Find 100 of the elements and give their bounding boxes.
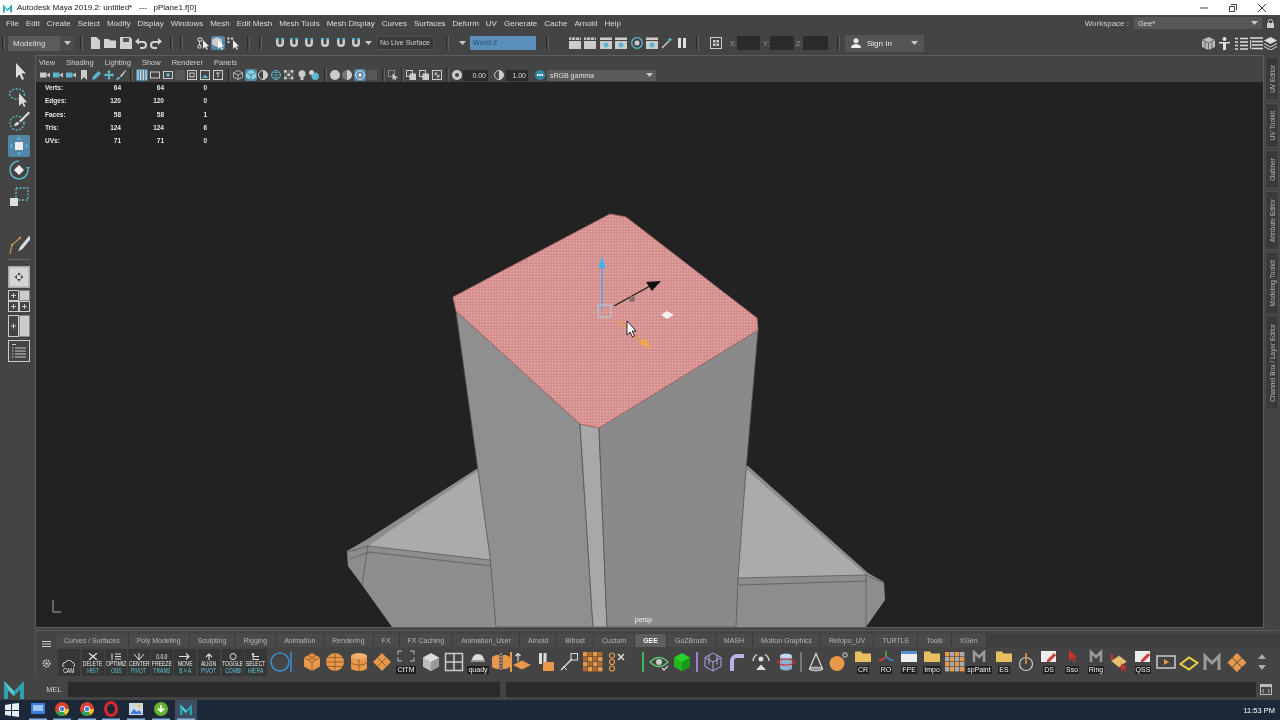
brush-icon[interactable] <box>8 110 30 132</box>
menu-item[interactable]: Deform <box>452 18 479 28</box>
caret-icon[interactable] <box>911 41 918 45</box>
folder-icon[interactable] <box>104 37 116 49</box>
magnet-icon[interactable] <box>335 37 347 49</box>
cube-icon[interactable] <box>302 652 322 672</box>
menu-item[interactable]: Create <box>46 18 71 28</box>
menu-item[interactable]: Help <box>604 18 621 28</box>
sphere-icon[interactable] <box>325 652 345 672</box>
sign-in-button[interactable]: Sign In <box>845 34 924 52</box>
cone-icon[interactable] <box>806 652 826 672</box>
pen-icon[interactable] <box>92 70 102 80</box>
clapper-icon[interactable] <box>584 37 596 49</box>
menu-item[interactable]: Select <box>77 18 100 28</box>
menu-set-dropdown[interactable]: Modeling <box>8 35 74 51</box>
camera-icon[interactable] <box>40 70 50 80</box>
cursor-cube-icon[interactable] <box>211 36 225 50</box>
color-circle-icon[interactable] <box>535 70 545 80</box>
cube-icon[interactable] <box>245 69 257 81</box>
sphere-icon[interactable] <box>828 652 848 672</box>
wire-cube-icon[interactable] <box>703 652 723 672</box>
undo-icon[interactable] <box>135 37 147 49</box>
frame-icon[interactable] <box>213 70 223 80</box>
menu-item[interactable]: Mesh <box>210 18 230 28</box>
rays-icon[interactable] <box>132 652 146 660</box>
cube-icon[interactable] <box>672 652 692 672</box>
restore-icon[interactable] <box>1229 3 1237 12</box>
circle-logo-icon[interactable] <box>76 700 98 720</box>
folder-icon[interactable] <box>854 650 872 662</box>
move-manipulator[interactable] <box>597 256 674 350</box>
picture-icon[interactable] <box>200 70 210 80</box>
download-icon[interactable] <box>150 700 172 720</box>
caret-icon[interactable] <box>1251 21 1258 25</box>
rectangle-icon[interactable] <box>150 70 160 80</box>
wire-cube-icon[interactable] <box>233 70 243 80</box>
picture-icon[interactable] <box>125 700 147 720</box>
circle-icon[interactable] <box>226 652 240 660</box>
clapper-icon[interactable] <box>600 37 612 49</box>
arrows-icon[interactable] <box>751 652 771 672</box>
caret-icon[interactable] <box>459 41 466 45</box>
cube-icon[interactable] <box>421 652 441 672</box>
window-icon[interactable] <box>1260 683 1272 695</box>
menu-item[interactable]: Mesh Tools <box>279 18 320 28</box>
magnet-icon[interactable] <box>303 37 315 49</box>
frame-icon[interactable] <box>163 70 173 80</box>
overlap-icon[interactable] <box>406 70 416 80</box>
logo-icon[interactable] <box>1202 652 1222 672</box>
menu-item[interactable]: Curves <box>381 18 407 28</box>
checker-icon[interactable] <box>284 70 294 80</box>
bulb-icon[interactable] <box>297 70 307 80</box>
axis-icon[interactable] <box>877 650 895 662</box>
close-icon[interactable] <box>1258 3 1266 12</box>
four-pane-icon[interactable] <box>8 290 30 312</box>
cursor-tree-icon[interactable] <box>196 36 210 50</box>
cloud-icon[interactable] <box>62 659 76 667</box>
move-icon[interactable] <box>104 70 114 80</box>
camera-icon[interactable] <box>66 70 76 80</box>
grid-icon[interactable] <box>710 37 722 49</box>
aperture-icon[interactable] <box>452 70 462 80</box>
menu-item[interactable]: Generate <box>503 18 538 28</box>
list-icon[interactable] <box>1235 36 1248 50</box>
ring-icon[interactable] <box>100 700 122 720</box>
coordinate-field[interactable] <box>803 36 828 50</box>
caret-icon[interactable] <box>365 41 372 45</box>
clapper-icon[interactable] <box>646 37 658 49</box>
menu-item[interactable]: Windows <box>170 18 204 28</box>
caret-icon[interactable] <box>63 41 71 45</box>
bookmark-icon[interactable] <box>79 70 89 80</box>
list-icon[interactable] <box>8 340 30 362</box>
overlap-icon[interactable] <box>419 70 429 80</box>
file-icon[interactable] <box>89 37 101 49</box>
single-pane-icon[interactable] <box>8 266 30 288</box>
grid-cursor-icon[interactable] <box>1109 652 1129 672</box>
circle-logo-icon[interactable] <box>51 700 73 720</box>
menu-item[interactable]: Edit Mesh <box>236 18 273 28</box>
menu-item[interactable]: File <box>6 18 19 28</box>
wire-sphere-icon[interactable] <box>271 70 281 80</box>
split-box-icon[interactable] <box>491 652 511 672</box>
target-icon[interactable] <box>354 69 366 81</box>
logo-icon[interactable] <box>1087 650 1105 662</box>
cursor-box-icon[interactable] <box>388 70 398 80</box>
checker-icon[interactable] <box>583 652 603 672</box>
menu-item[interactable]: Modify <box>106 18 131 28</box>
person-icon[interactable] <box>851 38 861 48</box>
menu-item[interactable]: UV <box>485 18 497 28</box>
diamond-icon[interactable] <box>372 652 392 672</box>
frame-icon[interactable] <box>187 70 197 80</box>
pause-icon[interactable] <box>676 37 688 49</box>
coordinate-field[interactable] <box>770 36 794 50</box>
half-circle-icon[interactable] <box>494 70 504 80</box>
window-icon[interactable] <box>900 650 918 662</box>
folder-icon[interactable] <box>923 650 941 662</box>
diamonds-icon[interactable] <box>1227 652 1247 672</box>
menu-item[interactable]: Display <box>137 18 164 28</box>
half-circle-icon[interactable] <box>258 70 268 80</box>
magnet-icon[interactable] <box>274 37 286 49</box>
plane-icon[interactable] <box>512 652 532 672</box>
bracket-icon[interactable] <box>397 650 415 662</box>
arrow-icon[interactable] <box>178 652 192 660</box>
figure-icon[interactable] <box>1218 36 1231 50</box>
